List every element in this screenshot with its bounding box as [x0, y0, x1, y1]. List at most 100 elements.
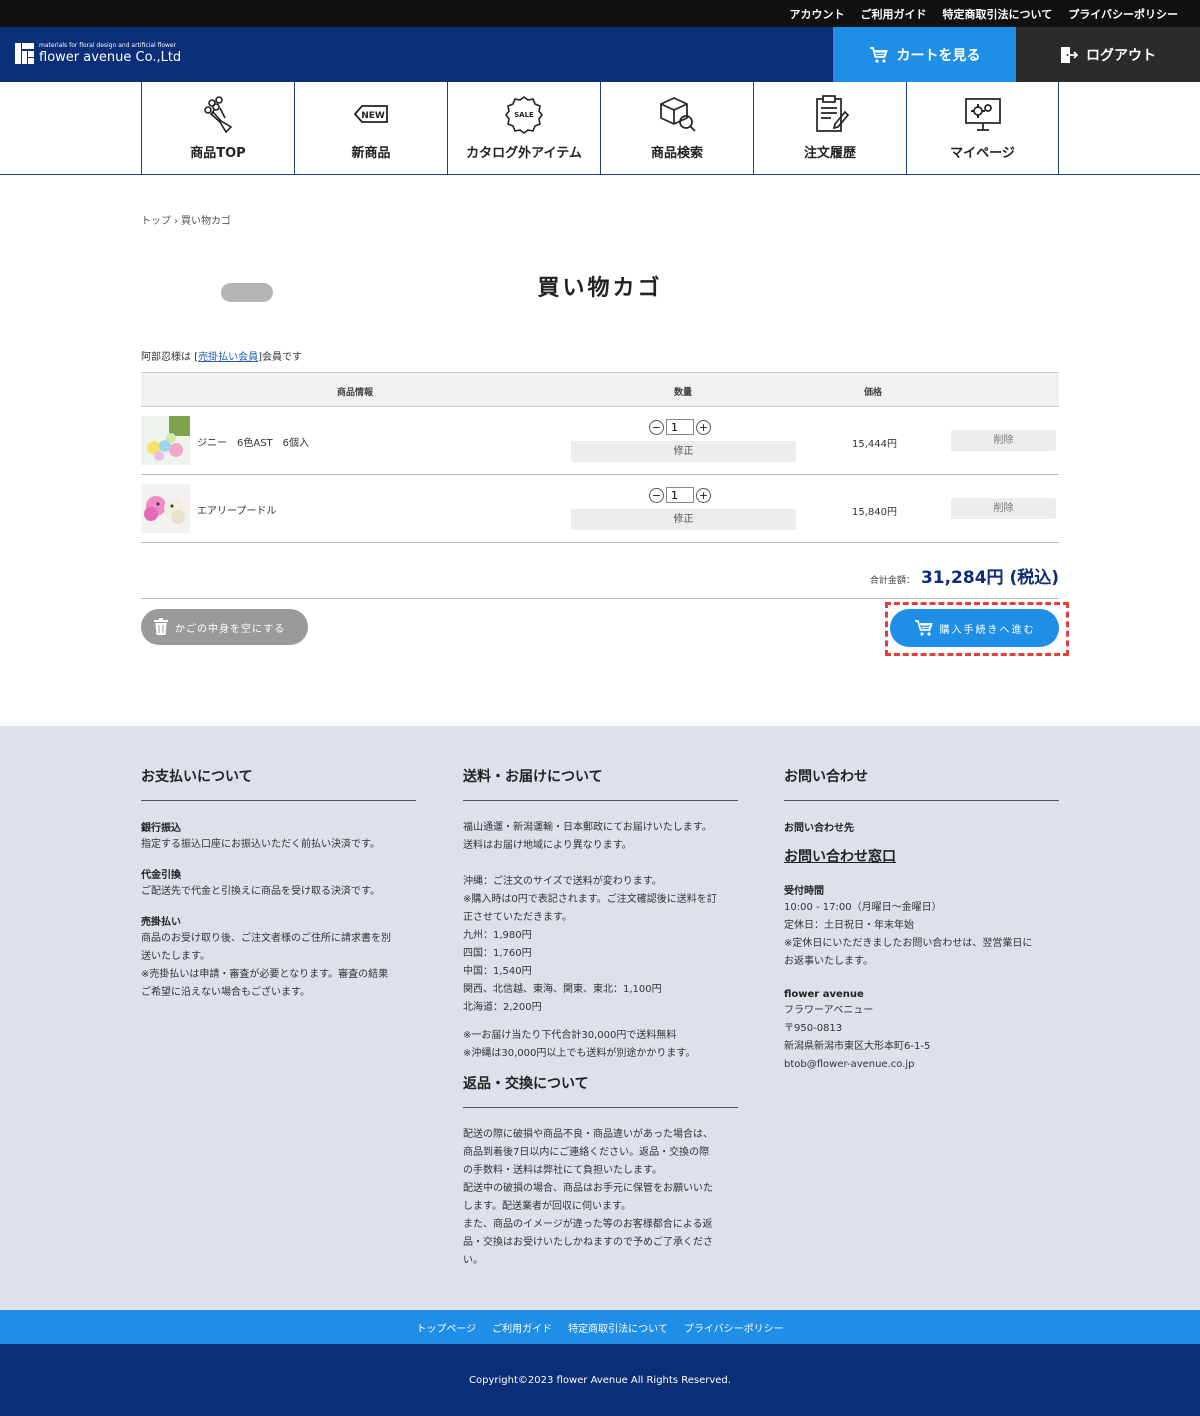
nav-item-order-history[interactable]: 注文履歴: [753, 82, 906, 174]
logo-tagline: materials for floral design and artifici…: [39, 42, 177, 49]
member-status: 阿部忍様は [売掛払い会員]会員です: [141, 352, 302, 363]
page-title: 買い物カゴ: [537, 276, 663, 301]
payment-title: お支払いについて: [141, 766, 416, 801]
nav-label-mypage: マイページ: [950, 146, 1015, 161]
cart-icon: [914, 620, 933, 636]
payment-method-heading: 銀行振込: [141, 823, 181, 834]
payment-method-text: 商品のお受け取り後、ご注文者様のご住所に請求書を別 送いたします。 ※売掛払いは…: [141, 933, 391, 998]
decrement-button[interactable]: −: [649, 419, 664, 435]
nav-item-search[interactable]: 商品検索: [600, 82, 753, 174]
nav-label-order-history: 注文履歴: [803, 146, 856, 161]
logo-mark-icon: [15, 43, 34, 64]
shipping-rates: 沖縄：ご注文のサイズで送料が変わります。 ※購入時は0円で表記されます。ご注文確…: [463, 876, 717, 1013]
nav-item-mypage[interactable]: マイページ: [906, 82, 1059, 174]
nav-item-new[interactable]: NEW 新商品: [294, 82, 447, 174]
footer-shipping: 送料・お届けについて 福山通運・新潟運輸・日本郵政にてお届けいたします。 送料は…: [463, 766, 738, 1270]
payment-method-text: ご配送先で代金と引換えに商品を受け取る決済です。: [141, 886, 380, 897]
box-search-icon: [660, 97, 696, 132]
logo-name: flower avenue Co.,Ltd: [39, 50, 182, 65]
footer-link-guide[interactable]: ご利用ガイド: [492, 1320, 552, 1335]
copyright: Copyright©2023 flower Avenue All Rights …: [0, 1344, 1200, 1416]
utility-bar: アカウント ご利用ガイド 特定商取引法について プライバシーポリシー: [0, 0, 1200, 27]
delete-button[interactable]: 削除: [951, 498, 1056, 519]
return-text: 配送の際に破損や商品不良・商品違いがあった場合は、 商品到着後7日以内にご連絡く…: [463, 1129, 713, 1266]
breadcrumb-current: 買い物カゴ: [181, 216, 231, 227]
bouquet-icon: [204, 96, 233, 134]
product-thumbnail[interactable]: [141, 416, 190, 465]
footer-info: お支払いについて 銀行振込指定する振込口座にお振込いただく前払い決済です。 代金…: [0, 726, 1200, 1310]
nav-label-product-top: 商品TOP: [190, 146, 246, 161]
nav-item-catalog-extra[interactable]: SALE カタログ外アイテム: [447, 82, 600, 174]
contact-link[interactable]: お問い合わせ窓口: [784, 846, 1059, 866]
nav-label-catalog-extra: カタログ外アイテム: [466, 146, 582, 161]
breadcrumb: トップ › 買い物カゴ: [141, 212, 234, 227]
nav-item-product-top[interactable]: 商品TOP: [141, 82, 294, 174]
monitor-gear-icon: [964, 98, 1001, 131]
product-thumbnail[interactable]: [141, 484, 190, 533]
logout-icon: [1061, 46, 1078, 63]
checkout-label: 購入手続きへ進む: [939, 624, 1036, 636]
view-cart-label: カートを見る: [896, 47, 981, 64]
product-name[interactable]: エアリープードル: [197, 502, 276, 517]
shipping-notes: ※一お届け当たり下代合計30,000円で送料無料 ※沖縄は30,000円以上でも…: [463, 1030, 696, 1059]
cart-total: 合計金額： 31,284円 (税込): [870, 563, 1059, 588]
product-price: 15,444円: [852, 439, 897, 450]
svg-text:SALE: SALE: [514, 111, 534, 119]
site-logo[interactable]: materials for floral design and artifici…: [15, 43, 181, 64]
footer-link-privacy[interactable]: プライバシーポリシー: [684, 1320, 784, 1335]
return-title: 返品・交換について: [463, 1073, 738, 1108]
site-header: materials for floral design and artifici…: [0, 27, 1200, 82]
footer-links: トップページ ご利用ガイド 特定商取引法について プライバシーポリシー: [0, 1310, 1200, 1344]
cart-icon: [869, 46, 888, 63]
global-nav: 商品TOP NEW 新商品 SALE カタログ外アイテム 商品検索 注文履歴 マ…: [0, 82, 1200, 175]
payment-method-text: 指定する振込口座にお振込いただく前払い決済です。: [141, 839, 380, 850]
member-type-link[interactable]: 売掛払い会員: [198, 352, 258, 363]
update-button[interactable]: 修正: [571, 441, 796, 462]
breadcrumb-top[interactable]: トップ: [141, 216, 171, 227]
footer-link-top[interactable]: トップページ: [416, 1320, 476, 1335]
col-header-price: 価格: [864, 388, 883, 398]
sale-badge-icon: SALE: [505, 96, 543, 134]
col-header-info: 商品情報: [337, 388, 374, 398]
logout-button[interactable]: ログアウト: [1016, 27, 1200, 82]
trash-icon: [154, 618, 168, 635]
col-header-qty: 数量: [674, 388, 693, 398]
delete-button[interactable]: 削除: [951, 430, 1056, 451]
increment-button[interactable]: +: [696, 419, 711, 435]
product-price: 15,840円: [852, 507, 897, 518]
footer-contact: お問い合わせ お問い合わせ先 お問い合わせ窓口 受付時間 10:00 - 17:…: [784, 766, 1059, 1074]
util-link-tokushoho[interactable]: 特定商取引法について: [943, 6, 1053, 22]
table-row: ジニー 6色AST 6個入 − + 修正 15,444円 削除: [141, 407, 1059, 475]
update-button[interactable]: 修正: [571, 509, 796, 530]
company-address: フラワーアベニュー 〒950-0813 新潟県新潟市東区大形本町6-1-5 bt…: [784, 1005, 931, 1070]
util-link-guide[interactable]: ご利用ガイド: [861, 6, 927, 22]
contact-sub: お問い合わせ先: [784, 823, 854, 834]
logout-label: ログアウト: [1086, 47, 1156, 64]
util-link-account[interactable]: アカウント: [790, 6, 845, 22]
payment-method-heading: 代金引換: [141, 870, 181, 881]
svg-text:NEW: NEW: [361, 111, 385, 121]
footer-link-tokushoho[interactable]: 特定商取引法について: [568, 1320, 668, 1335]
contact-title: お問い合わせ: [784, 766, 1059, 801]
util-link-privacy[interactable]: プライバシーポリシー: [1068, 6, 1178, 22]
shipping-text: 福山通運・新潟運輸・日本郵政にてお届けいたします。 送料はお届け地域により異なり…: [463, 822, 712, 851]
empty-cart-label: かごの中身を空にする: [175, 623, 286, 635]
total-value: 31,284円 (税込): [920, 568, 1059, 588]
quantity-stepper: − +: [649, 487, 711, 503]
shipping-title: 送料・お届けについて: [463, 766, 738, 801]
increment-button[interactable]: +: [696, 487, 711, 503]
view-cart-button[interactable]: カートを見る: [833, 27, 1016, 82]
company-name: flower avenue: [784, 989, 864, 1000]
checkout-button[interactable]: 購入手続きへ進む: [890, 609, 1059, 647]
quantity-input[interactable]: [666, 419, 694, 435]
cart-table: 商品情報 数量 価格 ジニー 6色AST 6個入 − + 修正 15,444円 …: [141, 372, 1059, 543]
quantity-input[interactable]: [666, 487, 694, 503]
product-name[interactable]: ジニー 6色AST 6個入: [197, 434, 309, 449]
quantity-stepper: − +: [649, 419, 711, 435]
table-row: エアリープードル − + 修正 15,840円 削除: [141, 475, 1059, 543]
decrement-button[interactable]: −: [649, 487, 664, 503]
clipboard-icon: [816, 95, 850, 132]
empty-cart-button[interactable]: かごの中身を空にする: [141, 609, 308, 645]
total-label: 合計金額：: [869, 576, 915, 586]
nav-label-new: 新商品: [351, 146, 391, 161]
